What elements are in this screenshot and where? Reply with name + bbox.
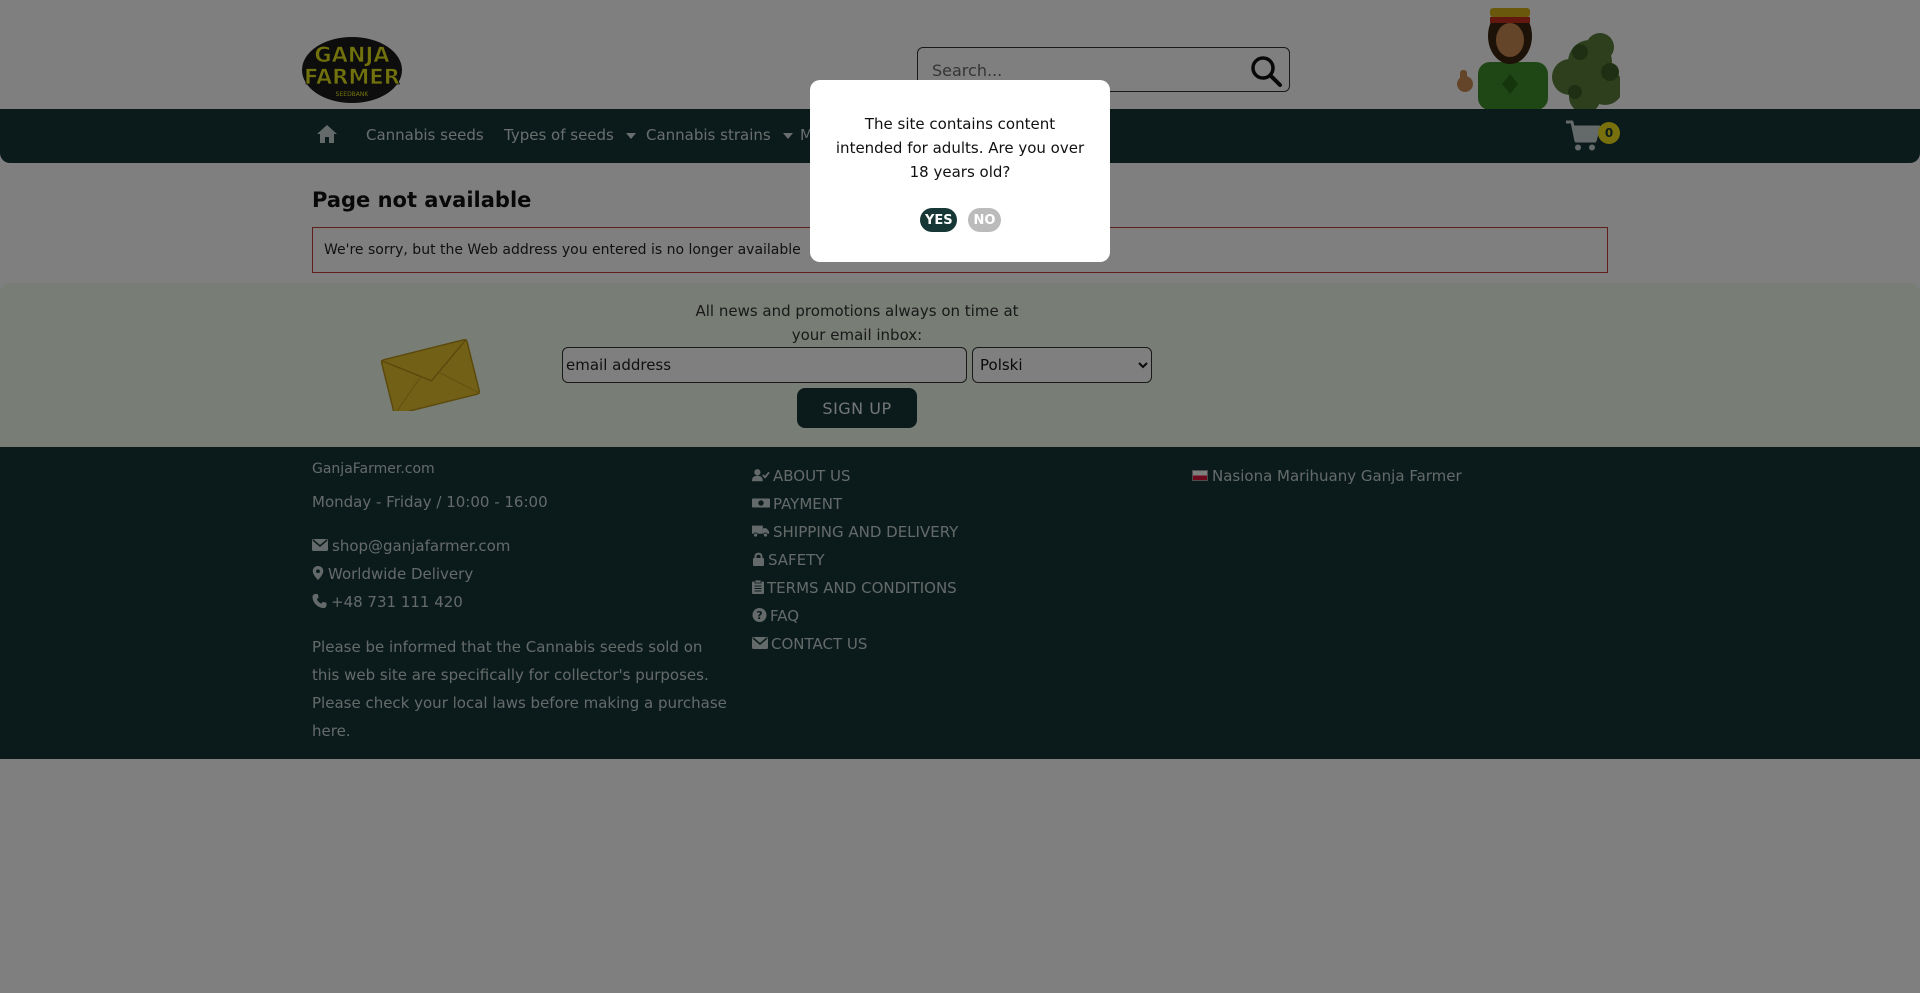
yes-button[interactable]: YES bbox=[920, 208, 957, 232]
no-button[interactable]: NO bbox=[968, 208, 1001, 232]
age-verification-modal: The site contains content intended for a… bbox=[810, 80, 1110, 262]
age-verification-text: The site contains content intended for a… bbox=[835, 115, 1085, 181]
